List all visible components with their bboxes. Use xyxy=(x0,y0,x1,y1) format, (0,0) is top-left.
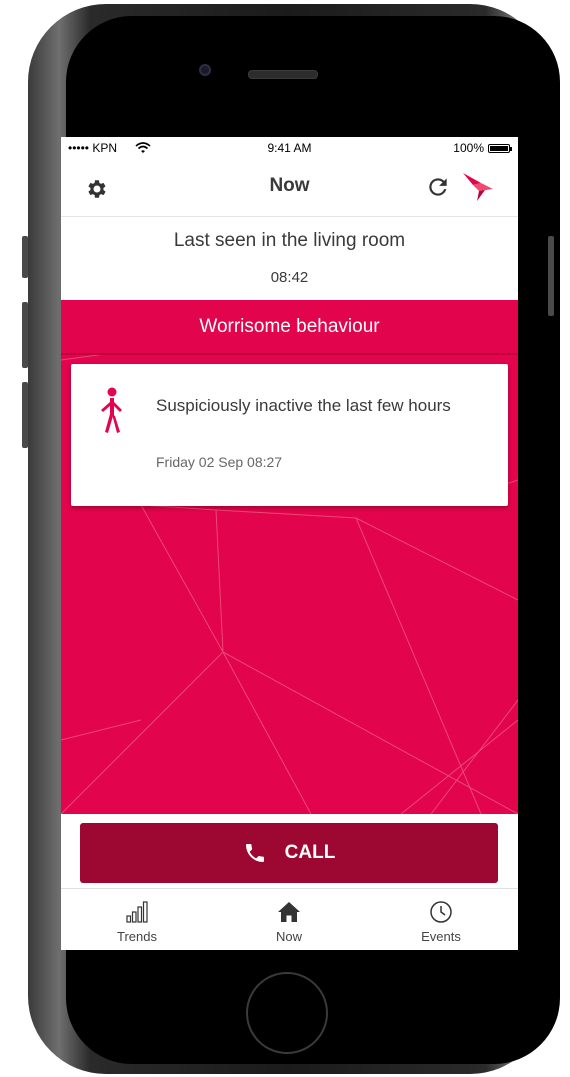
volume-up-button xyxy=(22,302,28,368)
tab-events[interactable]: Events xyxy=(365,889,517,950)
clock-icon xyxy=(430,901,452,923)
tab-trends[interactable]: Trends xyxy=(61,889,213,950)
tab-now-label: Now xyxy=(275,929,302,944)
home-icon xyxy=(278,902,300,922)
refresh-icon[interactable] xyxy=(425,174,451,200)
battery-icon xyxy=(488,143,512,153)
call-area: CALL xyxy=(61,814,518,887)
last-seen-time: 08:42 xyxy=(270,269,309,286)
alert-header-title: Worrisome behaviour xyxy=(199,316,380,337)
last-seen-section: Last seen in the living room 08:42 xyxy=(61,217,518,300)
app-screen: ••••• KPN 9:41 AM 100% Now Last seen in … xyxy=(61,137,518,950)
call-button[interactable]: CALL xyxy=(80,823,498,883)
mute-switch xyxy=(22,236,28,278)
alert-header: Worrisome behaviour xyxy=(61,300,518,355)
walking-person-icon xyxy=(101,387,122,433)
volume-down-button xyxy=(22,382,28,448)
phone-icon xyxy=(245,844,264,862)
home-button[interactable] xyxy=(246,972,328,1054)
alert-card[interactable]: Suspiciously inactive the last few hours… xyxy=(71,364,508,506)
navigation-bar: Now xyxy=(61,159,518,217)
battery-percent: 100% xyxy=(453,141,484,155)
last-seen-location: Last seen in the living room xyxy=(173,230,406,251)
trends-chart-icon xyxy=(126,901,148,923)
tab-trends-label: Trends xyxy=(117,929,157,944)
status-bar: ••••• KPN 9:41 AM 100% xyxy=(61,137,518,159)
alert-date: Friday 02 Sep 08:27 xyxy=(156,454,283,470)
tab-now[interactable]: Now xyxy=(213,889,365,950)
call-button-label: CALL xyxy=(284,842,336,863)
power-button xyxy=(548,236,554,316)
bird-logo-icon xyxy=(463,173,493,201)
status-time: 9:41 AM xyxy=(267,141,312,155)
status-right: 100% xyxy=(453,141,512,155)
front-camera xyxy=(199,64,211,76)
alert-title: Suspiciously inactive the last few hours xyxy=(156,396,451,415)
tab-events-label: Events xyxy=(421,929,461,944)
tab-bar: Trends Now Events xyxy=(61,888,518,950)
earpiece-speaker xyxy=(248,70,318,79)
